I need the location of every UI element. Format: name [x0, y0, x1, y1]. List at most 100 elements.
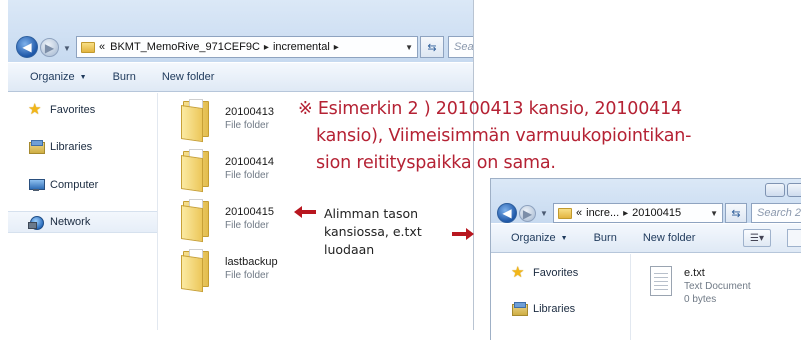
- folder-icon: [558, 207, 572, 219]
- arrow-right-icon: [452, 228, 474, 240]
- search-input[interactable]: Sea: [448, 36, 474, 58]
- search-placeholder: Sea: [454, 41, 474, 53]
- folder-icon: [181, 199, 211, 243]
- refresh-icon: ⇆: [427, 41, 437, 54]
- organize-label: Organize: [511, 232, 556, 244]
- explorer-window-20100415: ◀ ▶ ▼ « incre... ▸ 20100415 ▼ ⇆ Search 2…: [490, 178, 801, 340]
- folder-icon: [181, 99, 211, 143]
- sidebar-item-libraries[interactable]: Libraries: [491, 298, 630, 320]
- sidebar-item-label: Favorites: [533, 267, 579, 279]
- arrow-left-icon: [294, 206, 316, 218]
- burn-button[interactable]: Burn: [594, 232, 617, 244]
- sidebar-item-computer[interactable]: Computer: [8, 174, 157, 196]
- new-folder-button[interactable]: New folder: [162, 71, 215, 83]
- navigation-pane: ★ Favorites Libraries: [491, 254, 631, 340]
- navigation-pane: ★ Favorites Libraries Computer Network: [8, 93, 158, 330]
- sidebar-item-label: Network: [50, 216, 91, 228]
- refresh-button[interactable]: ⇆: [420, 36, 444, 58]
- sidebar-item-label: Libraries: [533, 303, 576, 315]
- sidebar-item-favorites[interactable]: ★ Favorites: [8, 99, 157, 121]
- network-icon: [28, 215, 44, 230]
- computer-icon: [28, 178, 45, 192]
- folder-icon: [81, 41, 95, 53]
- address-overflow[interactable]: «: [99, 41, 105, 53]
- burn-label: Burn: [112, 71, 136, 83]
- refresh-icon: ⇆: [731, 207, 741, 220]
- window-frame: ◀ ▶ ▼ « incre... ▸ 20100415 ▼ ⇆ Search 2…: [491, 179, 801, 223]
- file-list: e.txt Text Document 0 bytes: [632, 254, 801, 340]
- new-folder-button[interactable]: New folder: [643, 232, 696, 244]
- annotation-line: sion reitityspaikka on sama.: [316, 153, 556, 173]
- search-input[interactable]: Search 20: [751, 203, 801, 223]
- annotation-note: Alimman tason kansiossa, e.txt luodaan: [324, 205, 422, 259]
- sidebar-item-libraries[interactable]: Libraries: [8, 136, 157, 158]
- file-type: File folder: [225, 270, 269, 281]
- chevron-down-icon[interactable]: ▼: [710, 209, 718, 218]
- star-icon: ★: [511, 264, 525, 281]
- preview-pane-button[interactable]: [787, 229, 801, 247]
- sidebar-item-network[interactable]: Network: [8, 211, 157, 233]
- chevron-down-icon: ▼: [79, 73, 87, 81]
- address-segment-incremental[interactable]: incremental: [273, 41, 330, 53]
- sidebar-item-label: Favorites: [50, 104, 96, 116]
- back-button[interactable]: ◀: [16, 36, 38, 58]
- list-item[interactable]: 20100414 File folder: [181, 149, 274, 193]
- address-segment-incremental[interactable]: incre...: [586, 207, 619, 219]
- sidebar-item-label: Computer: [50, 179, 99, 191]
- annotation-line: kansio), Viimeisimmän varmuukopiointikan…: [316, 126, 692, 146]
- star-icon: ★: [28, 101, 42, 118]
- annotation-title: ※ Esimerkin 2 ) 20100413 kansio, 2010041…: [298, 96, 718, 177]
- annotation-note-line: kansiossa, e.txt: [324, 224, 422, 239]
- back-button[interactable]: ◀: [497, 203, 517, 223]
- file-type: File folder: [225, 120, 269, 131]
- search-placeholder: Search 20: [757, 207, 801, 219]
- address-separator[interactable]: ▸: [264, 42, 269, 53]
- address-overflow[interactable]: «: [576, 207, 582, 219]
- file-name: 20100415: [225, 206, 274, 218]
- annotation-note-line: Alimman tason: [324, 206, 419, 221]
- file-size: 0 bytes: [684, 294, 717, 305]
- folder-icon: [181, 249, 211, 293]
- organize-button[interactable]: Organize ▼: [511, 232, 568, 244]
- view-icon: ☰▾: [750, 232, 764, 244]
- chevron-down-icon: ▼: [560, 234, 568, 242]
- sidebar-item-label: Libraries: [50, 141, 93, 153]
- library-icon: [28, 140, 45, 154]
- address-bar[interactable]: « BKMT_MemoRive_971CEF9C ▸ incremental ▸…: [76, 36, 418, 58]
- change-view-button[interactable]: ☰▾: [743, 229, 771, 247]
- command-bar: Organize ▼ Burn New folder: [8, 62, 473, 92]
- file-name: 20100413: [225, 106, 274, 118]
- refresh-button[interactable]: ⇆: [725, 203, 747, 223]
- forward-button[interactable]: ▶: [40, 38, 59, 57]
- address-separator[interactable]: ▸: [623, 208, 628, 219]
- sidebar-item-favorites[interactable]: ★ Favorites: [491, 262, 630, 284]
- burn-label: Burn: [593, 232, 617, 244]
- library-icon: [511, 302, 528, 316]
- annotation-line: ※ Esimerkin 2 ) 20100413 kansio, 2010041…: [298, 99, 682, 119]
- list-item[interactable]: e.txt Text Document 0 bytes: [648, 266, 751, 306]
- annotation-note-line: luodaan: [324, 242, 375, 257]
- address-separator[interactable]: ▸: [334, 42, 339, 53]
- address-bar[interactable]: « incre... ▸ 20100415 ▼: [553, 203, 723, 223]
- recent-pages-dropdown[interactable]: ▼: [540, 209, 548, 218]
- new-folder-label: New folder: [161, 71, 215, 83]
- burn-button[interactable]: Burn: [113, 71, 136, 83]
- address-segment-20100415[interactable]: 20100415: [632, 207, 681, 219]
- organize-label: Organize: [30, 71, 75, 83]
- list-item[interactable]: 20100415 File folder: [181, 199, 274, 243]
- address-segment-root[interactable]: BKMT_MemoRive_971CEF9C: [110, 41, 260, 53]
- window-frame: ◀ ▶ ▼ « BKMT_MemoRive_971CEF9C ▸ increme…: [8, 0, 473, 62]
- recent-pages-dropdown[interactable]: ▼: [63, 44, 71, 53]
- list-item[interactable]: 20100413 File folder: [181, 99, 274, 143]
- new-folder-label: New folder: [642, 232, 696, 244]
- organize-button[interactable]: Organize ▼: [30, 71, 87, 83]
- list-item[interactable]: lastbackup File folder: [181, 249, 278, 293]
- maximize-button[interactable]: [787, 183, 801, 197]
- file-name: e.txt: [684, 267, 705, 279]
- file-type: Text Document: [684, 281, 751, 292]
- forward-button[interactable]: ▶: [519, 205, 536, 222]
- file-type: File folder: [225, 170, 269, 181]
- minimize-button[interactable]: [765, 183, 785, 197]
- file-name: 20100414: [225, 156, 274, 168]
- chevron-down-icon[interactable]: ▼: [405, 43, 413, 52]
